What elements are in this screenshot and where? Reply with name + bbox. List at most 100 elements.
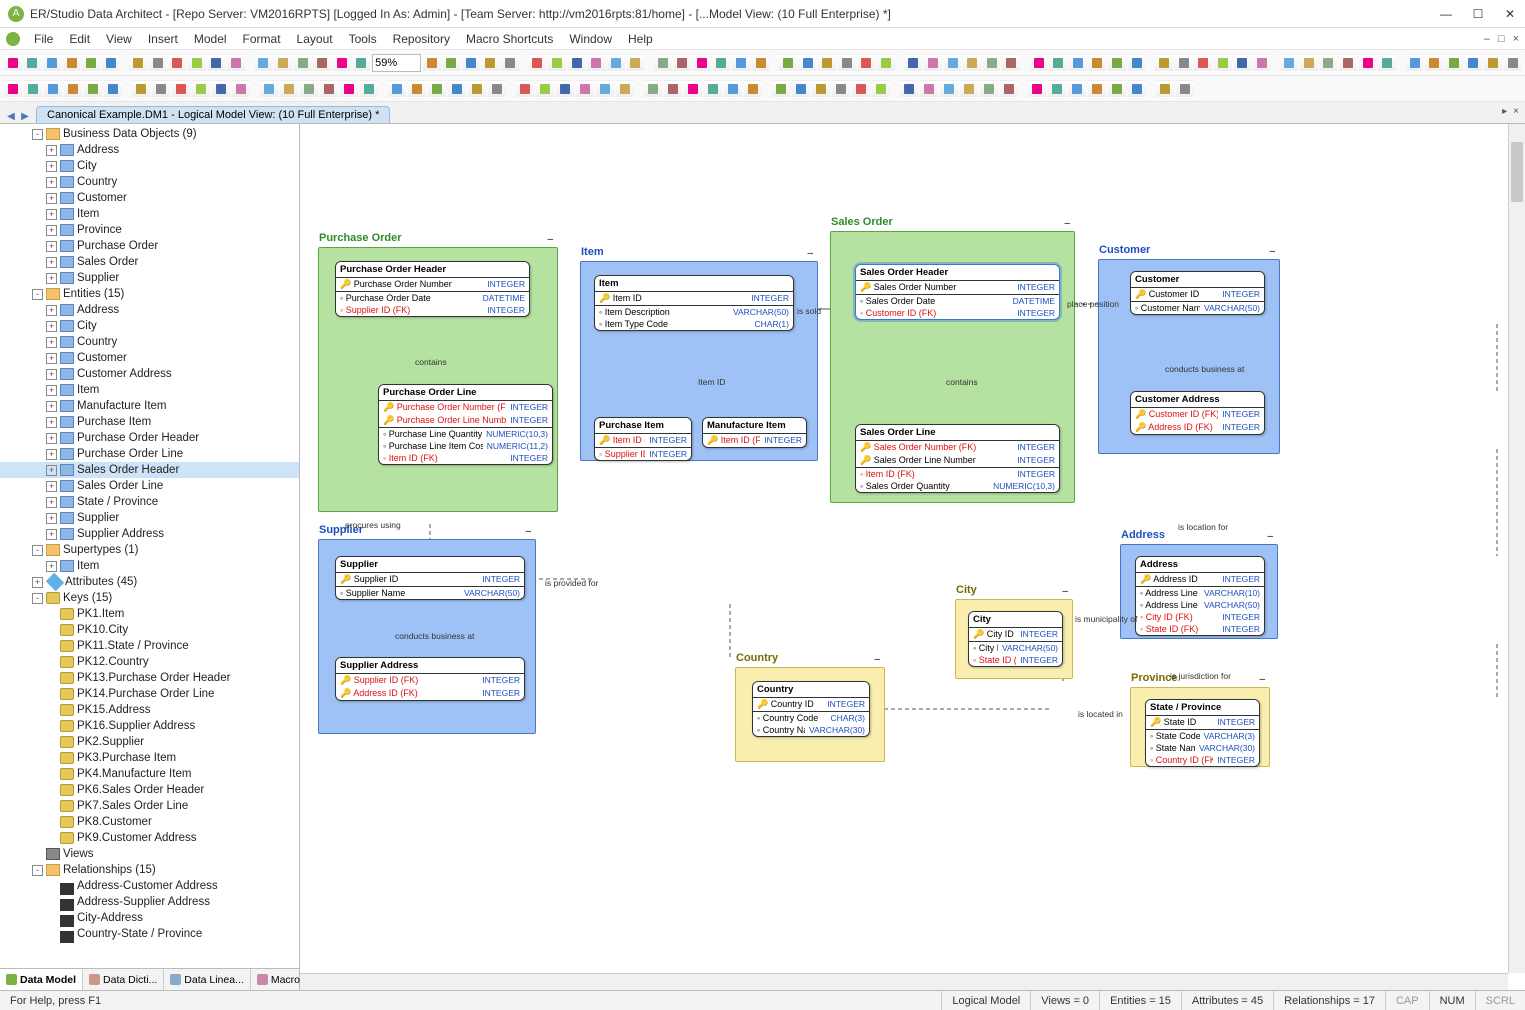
toolbar-button[interactable] (1156, 80, 1174, 98)
toolbar-button[interactable] (82, 54, 100, 72)
menu-window[interactable]: Window (561, 30, 620, 48)
toolbar-button[interactable] (63, 54, 81, 72)
tree-item[interactable]: +Supplier (0, 510, 299, 526)
tree-item[interactable]: Address-Supplier Address (0, 894, 299, 910)
toolbar-button[interactable] (462, 54, 480, 72)
tree-item[interactable]: PK8.Customer (0, 814, 299, 830)
toolbar-button[interactable] (24, 80, 42, 98)
toolbar-button[interactable] (812, 80, 830, 98)
app-menu-icon[interactable] (6, 32, 20, 46)
entity-soh[interactable]: Sales Order Header🔑 Sales Order NumberIN… (855, 264, 1060, 320)
toolbar-button[interactable] (482, 54, 500, 72)
tree-item[interactable]: +Customer Address (0, 366, 299, 382)
entity-pit[interactable]: Purchase Item🔑 Item ID (FK)INTEGER◦ Supp… (594, 417, 692, 461)
toolbar-button[interactable] (1048, 80, 1066, 98)
toolbar-button[interactable] (1339, 54, 1357, 72)
toolbar-button[interactable] (799, 54, 817, 72)
explorer-tab[interactable]: Data Model (0, 969, 83, 990)
menu-layout[interactable]: Layout (289, 30, 341, 48)
toolbar-button[interactable] (64, 80, 82, 98)
toolbar-button[interactable] (1000, 80, 1018, 98)
toolbar-button[interactable] (1069, 54, 1087, 72)
toolbar-button[interactable] (1445, 54, 1463, 72)
tree-item[interactable]: +City (0, 318, 299, 334)
tree-item[interactable]: +Customer (0, 190, 299, 206)
toolbar-button[interactable] (877, 54, 895, 72)
tree-item[interactable]: +State / Province (0, 494, 299, 510)
tree-item[interactable]: PK11.State / Province (0, 638, 299, 654)
toolbar-button[interactable] (274, 54, 292, 72)
toolbar-button[interactable] (596, 80, 614, 98)
tree-item[interactable]: +Purchase Order Header (0, 430, 299, 446)
tab-list-button[interactable]: ▸ (1502, 106, 1507, 117)
toolbar-button[interactable] (1128, 80, 1146, 98)
tree-item[interactable]: -Keys (15) (0, 590, 299, 606)
tab-next-button[interactable]: ▶ (18, 109, 32, 123)
tree-item[interactable]: +Item (0, 558, 299, 574)
toolbar-button[interactable] (752, 54, 770, 72)
toolbar-button[interactable] (1504, 54, 1522, 72)
toolbar-button[interactable] (779, 54, 797, 72)
toolbar-button[interactable] (488, 80, 506, 98)
toolbar-button[interactable] (924, 54, 942, 72)
toolbar-button[interactable] (704, 80, 722, 98)
toolbar-button[interactable] (448, 80, 466, 98)
tree-item[interactable]: -Entities (15) (0, 286, 299, 302)
toolbar-button[interactable] (1155, 54, 1173, 72)
toolbar-button[interactable] (1108, 54, 1126, 72)
toolbar-button[interactable] (664, 80, 682, 98)
toolbar-button[interactable] (1088, 80, 1106, 98)
toolbar-button[interactable] (428, 80, 446, 98)
model-tree[interactable]: -Business Data Objects (9)+Address+City+… (0, 124, 299, 968)
toolbar-button[interactable] (1175, 54, 1193, 72)
toolbar-button[interactable] (1465, 54, 1483, 72)
toolbar-button[interactable] (963, 54, 981, 72)
toolbar-button[interactable] (724, 80, 742, 98)
toolbar-button[interactable] (227, 54, 245, 72)
toolbar-button[interactable] (172, 80, 190, 98)
toolbar-button[interactable] (84, 80, 102, 98)
menu-repository[interactable]: Repository (385, 30, 458, 48)
toolbar-button[interactable] (1214, 54, 1232, 72)
tree-item[interactable]: PK13.Purchase Order Header (0, 670, 299, 686)
tree-item[interactable]: +Address (0, 142, 299, 158)
entity-mit[interactable]: Manufacture Item🔑 Item ID (FK)INTEGER (702, 417, 807, 448)
toolbar-button[interactable] (102, 54, 120, 72)
toolbar-button[interactable] (576, 80, 594, 98)
toolbar-button[interactable] (983, 54, 1001, 72)
toolbar-button[interactable] (872, 80, 890, 98)
entity-cty[interactable]: Country🔑 Country IDINTEGER◦ Country Code… (752, 681, 870, 737)
horizontal-scrollbar[interactable] (300, 973, 1508, 990)
tree-item[interactable]: PK14.Purchase Order Line (0, 686, 299, 702)
tree-item[interactable]: City-Address (0, 910, 299, 926)
tree-item[interactable]: PK6.Sales Order Header (0, 782, 299, 798)
toolbar-button[interactable] (529, 54, 547, 72)
toolbar-button[interactable] (255, 54, 273, 72)
entity-adr[interactable]: Address🔑 Address IDINTEGER◦ Address Line… (1135, 556, 1265, 636)
tree-item[interactable]: PK16.Supplier Address (0, 718, 299, 734)
toolbar-button[interactable] (944, 54, 962, 72)
toolbar-button[interactable] (684, 80, 702, 98)
tree-item[interactable]: PK3.Purchase Item (0, 750, 299, 766)
toolbar-button[interactable] (1253, 54, 1271, 72)
toolbar-button[interactable] (4, 80, 22, 98)
entity-cit[interactable]: City🔑 City IDINTEGER◦ City NameVARCHAR(5… (968, 611, 1063, 667)
tree-item[interactable]: +Purchase Order Line (0, 446, 299, 462)
tree-item[interactable]: +Item (0, 206, 299, 222)
tree-item[interactable]: PK7.Sales Order Line (0, 798, 299, 814)
toolbar-button[interactable] (516, 80, 534, 98)
toolbar-button[interactable] (468, 80, 486, 98)
toolbar-button[interactable] (732, 54, 750, 72)
entity-sup[interactable]: Supplier🔑 Supplier IDINTEGER◦ Supplier N… (335, 556, 525, 600)
toolbar-button[interactable] (980, 80, 998, 98)
tree-item[interactable]: PK2.Supplier (0, 734, 299, 750)
toolbar-button[interactable] (168, 54, 186, 72)
toolbar-button[interactable] (852, 80, 870, 98)
tree-item[interactable]: +Item (0, 382, 299, 398)
toolbar-button[interactable] (360, 80, 378, 98)
toolbar-button[interactable] (536, 80, 554, 98)
toolbar-button[interactable] (152, 80, 170, 98)
entity-poh[interactable]: Purchase Order Header🔑 Purchase Order Nu… (335, 261, 530, 317)
menu-macro-shortcuts[interactable]: Macro Shortcuts (458, 30, 561, 48)
tree-item[interactable]: PK1.Item (0, 606, 299, 622)
